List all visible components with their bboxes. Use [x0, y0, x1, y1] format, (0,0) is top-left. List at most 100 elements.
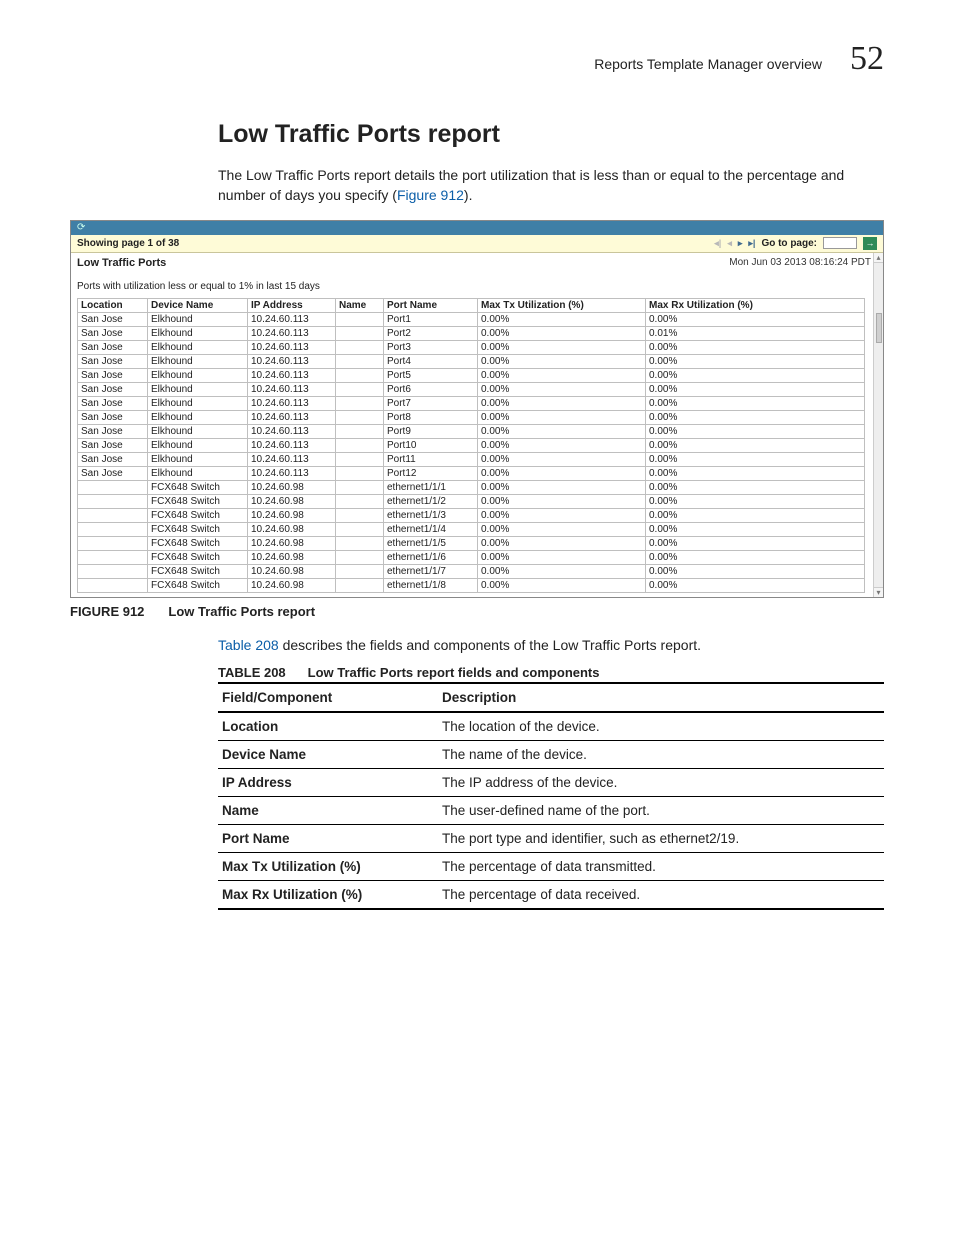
scrollbar[interactable]: ▴ ▾	[873, 253, 883, 597]
table-cell: San Jose	[78, 410, 148, 424]
table-cell	[336, 452, 384, 466]
pager-bar: Showing page 1 of 38 ◂| ◂ ▸ ▸| Go to pag…	[71, 235, 883, 253]
table-row: Max Rx Utilization (%)The percentage of …	[218, 880, 884, 909]
table-cell: 10.24.60.113	[248, 438, 336, 452]
table-cell: 10.24.60.98	[248, 578, 336, 592]
table-cell: San Jose	[78, 368, 148, 382]
table-cell	[78, 480, 148, 494]
report-column-header: Location	[78, 298, 148, 312]
report-column-header: Max Tx Utilization (%)	[478, 298, 646, 312]
go-button[interactable]: →	[863, 237, 877, 250]
table-cell: 0.00%	[646, 438, 865, 452]
table-row: San JoseElkhound10.24.60.113Port90.00%0.…	[78, 424, 865, 438]
table-cell: 10.24.60.98	[248, 522, 336, 536]
table-cell: ethernet1/1/6	[384, 550, 478, 564]
table-cell: Elkhound	[148, 382, 248, 396]
table-link[interactable]: Table 208	[218, 637, 279, 653]
table-cell: 0.00%	[478, 326, 646, 340]
table-cell: Port12	[384, 466, 478, 480]
table-row: FCX648 Switch10.24.60.98ethernet1/1/40.0…	[78, 522, 865, 536]
table-row: San JoseElkhound10.24.60.113Port10.00%0.…	[78, 312, 865, 326]
table-cell: Elkhound	[148, 396, 248, 410]
table-cell: 10.24.60.113	[248, 396, 336, 410]
next-page-icon[interactable]: ▸	[738, 238, 743, 249]
table-cell: 0.00%	[646, 536, 865, 550]
table-cell: 0.00%	[646, 382, 865, 396]
screenshot-titlebar: ⟳	[71, 221, 883, 235]
table-cell: Port10	[384, 438, 478, 452]
report-column-header: Name	[336, 298, 384, 312]
figure-link[interactable]: Figure 912	[397, 187, 464, 203]
table-row: San JoseElkhound10.24.60.113Port50.00%0.…	[78, 368, 865, 382]
table-row: San JoseElkhound10.24.60.113Port40.00%0.…	[78, 354, 865, 368]
table-cell: Elkhound	[148, 452, 248, 466]
table-cell: 0.00%	[646, 508, 865, 522]
table-cell: Elkhound	[148, 410, 248, 424]
table-cell: 10.24.60.113	[248, 466, 336, 480]
table-cell	[78, 522, 148, 536]
table-row: San JoseElkhound10.24.60.113Port70.00%0.…	[78, 396, 865, 410]
table-cell	[336, 536, 384, 550]
table-cell	[336, 326, 384, 340]
desc-field: IP Address	[218, 768, 438, 796]
table-cell: 0.00%	[478, 424, 646, 438]
table-row: FCX648 Switch10.24.60.98ethernet1/1/50.0…	[78, 536, 865, 550]
table-intro-text: describes the fields and components of t…	[279, 637, 701, 653]
table-cell: 0.00%	[646, 480, 865, 494]
table-cell: 0.00%	[478, 438, 646, 452]
reload-icon[interactable]: ⟳	[77, 222, 88, 233]
table-cell: Port6	[384, 382, 478, 396]
table-cell	[336, 410, 384, 424]
prev-page-icon[interactable]: ◂	[727, 238, 732, 249]
table-cell: 0.00%	[478, 564, 646, 578]
desc-field: Max Rx Utilization (%)	[218, 880, 438, 909]
table-cell	[336, 354, 384, 368]
table-cell: ethernet1/1/7	[384, 564, 478, 578]
last-page-icon[interactable]: ▸|	[748, 238, 755, 249]
go-to-page-input[interactable]	[823, 237, 857, 249]
table-cell: 10.24.60.98	[248, 508, 336, 522]
table-row: FCX648 Switch10.24.60.98ethernet1/1/20.0…	[78, 494, 865, 508]
desc-text: The user-defined name of the port.	[438, 796, 884, 824]
table-cell: 10.24.60.113	[248, 410, 336, 424]
desc-text: The location of the device.	[438, 712, 884, 741]
table-cell: 0.01%	[646, 326, 865, 340]
table-cell: Port11	[384, 452, 478, 466]
table-cell: 0.00%	[478, 480, 646, 494]
table-cell: Elkhound	[148, 424, 248, 438]
table-cell: 0.00%	[478, 536, 646, 550]
table-cell: ethernet1/1/4	[384, 522, 478, 536]
table-cell: ethernet1/1/8	[384, 578, 478, 592]
table-cell: 0.00%	[478, 354, 646, 368]
table-cell: 0.00%	[478, 522, 646, 536]
desc-field: Max Tx Utilization (%)	[218, 852, 438, 880]
table-cell: San Jose	[78, 396, 148, 410]
report-screenshot: ⟳ Showing page 1 of 38 ◂| ◂ ▸ ▸| Go to p…	[70, 220, 884, 598]
table-cell: 0.00%	[478, 312, 646, 326]
scroll-thumb[interactable]	[876, 313, 882, 343]
table-cell: 10.24.60.113	[248, 340, 336, 354]
desc-field: Location	[218, 712, 438, 741]
table-cell: 0.00%	[646, 424, 865, 438]
table-cell	[336, 550, 384, 564]
figure-caption: FIGURE 912Low Traffic Ports report	[70, 604, 884, 619]
table-cell: Port5	[384, 368, 478, 382]
table-row: FCX648 Switch10.24.60.98ethernet1/1/60.0…	[78, 550, 865, 564]
scroll-up-icon[interactable]: ▴	[874, 253, 883, 263]
table-cell: 0.00%	[478, 578, 646, 592]
table-cell: 0.00%	[646, 578, 865, 592]
table-cell: Port2	[384, 326, 478, 340]
page-header: Reports Template Manager overview 52	[70, 40, 884, 78]
table-cell: 10.24.60.98	[248, 564, 336, 578]
scroll-down-icon[interactable]: ▾	[874, 587, 883, 597]
first-page-icon[interactable]: ◂|	[714, 238, 721, 249]
table-row: San JoseElkhound10.24.60.113Port80.00%0.…	[78, 410, 865, 424]
desc-field: Name	[218, 796, 438, 824]
table-cell: ethernet1/1/1	[384, 480, 478, 494]
table-cell: San Jose	[78, 466, 148, 480]
table-cell	[336, 466, 384, 480]
table-intro-paragraph: Table 208 describes the fields and compo…	[70, 637, 884, 653]
table-cell: Port8	[384, 410, 478, 424]
table-row: San JoseElkhound10.24.60.113Port60.00%0.…	[78, 382, 865, 396]
report-title: Low Traffic Ports	[77, 257, 166, 269]
